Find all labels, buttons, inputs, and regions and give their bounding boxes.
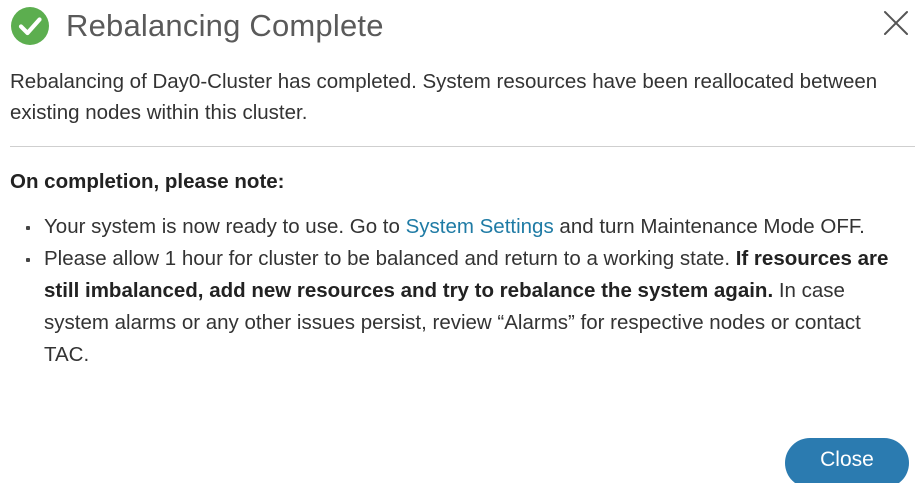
- close-button[interactable]: Close: [785, 438, 909, 483]
- dialog-title: Rebalancing Complete: [66, 8, 384, 43]
- note-item-ready: Your system is now ready to use. Go to S…: [10, 211, 890, 243]
- close-icon[interactable]: [883, 10, 909, 36]
- notes-list: Your system is now ready to use. Go to S…: [10, 211, 890, 371]
- rebalancing-complete-dialog: Rebalancing Complete Rebalancing of Day0…: [0, 0, 915, 483]
- note-text: Please allow 1 hour for cluster to be ba…: [44, 247, 736, 270]
- dialog-header: Rebalancing Complete: [10, 4, 384, 48]
- note-text: Your system is now ready to use. Go to: [44, 215, 406, 238]
- note-item-balance: Please allow 1 hour for cluster to be ba…: [10, 243, 890, 371]
- note-heading: On completion, please note:: [10, 170, 285, 193]
- divider: [10, 146, 915, 147]
- check-circle-icon: [11, 7, 49, 45]
- system-settings-link[interactable]: System Settings: [406, 215, 554, 238]
- dialog-summary: Rebalancing of Day0-Cluster has complete…: [10, 70, 878, 124]
- note-text: and turn Maintenance Mode OFF.: [553, 215, 865, 238]
